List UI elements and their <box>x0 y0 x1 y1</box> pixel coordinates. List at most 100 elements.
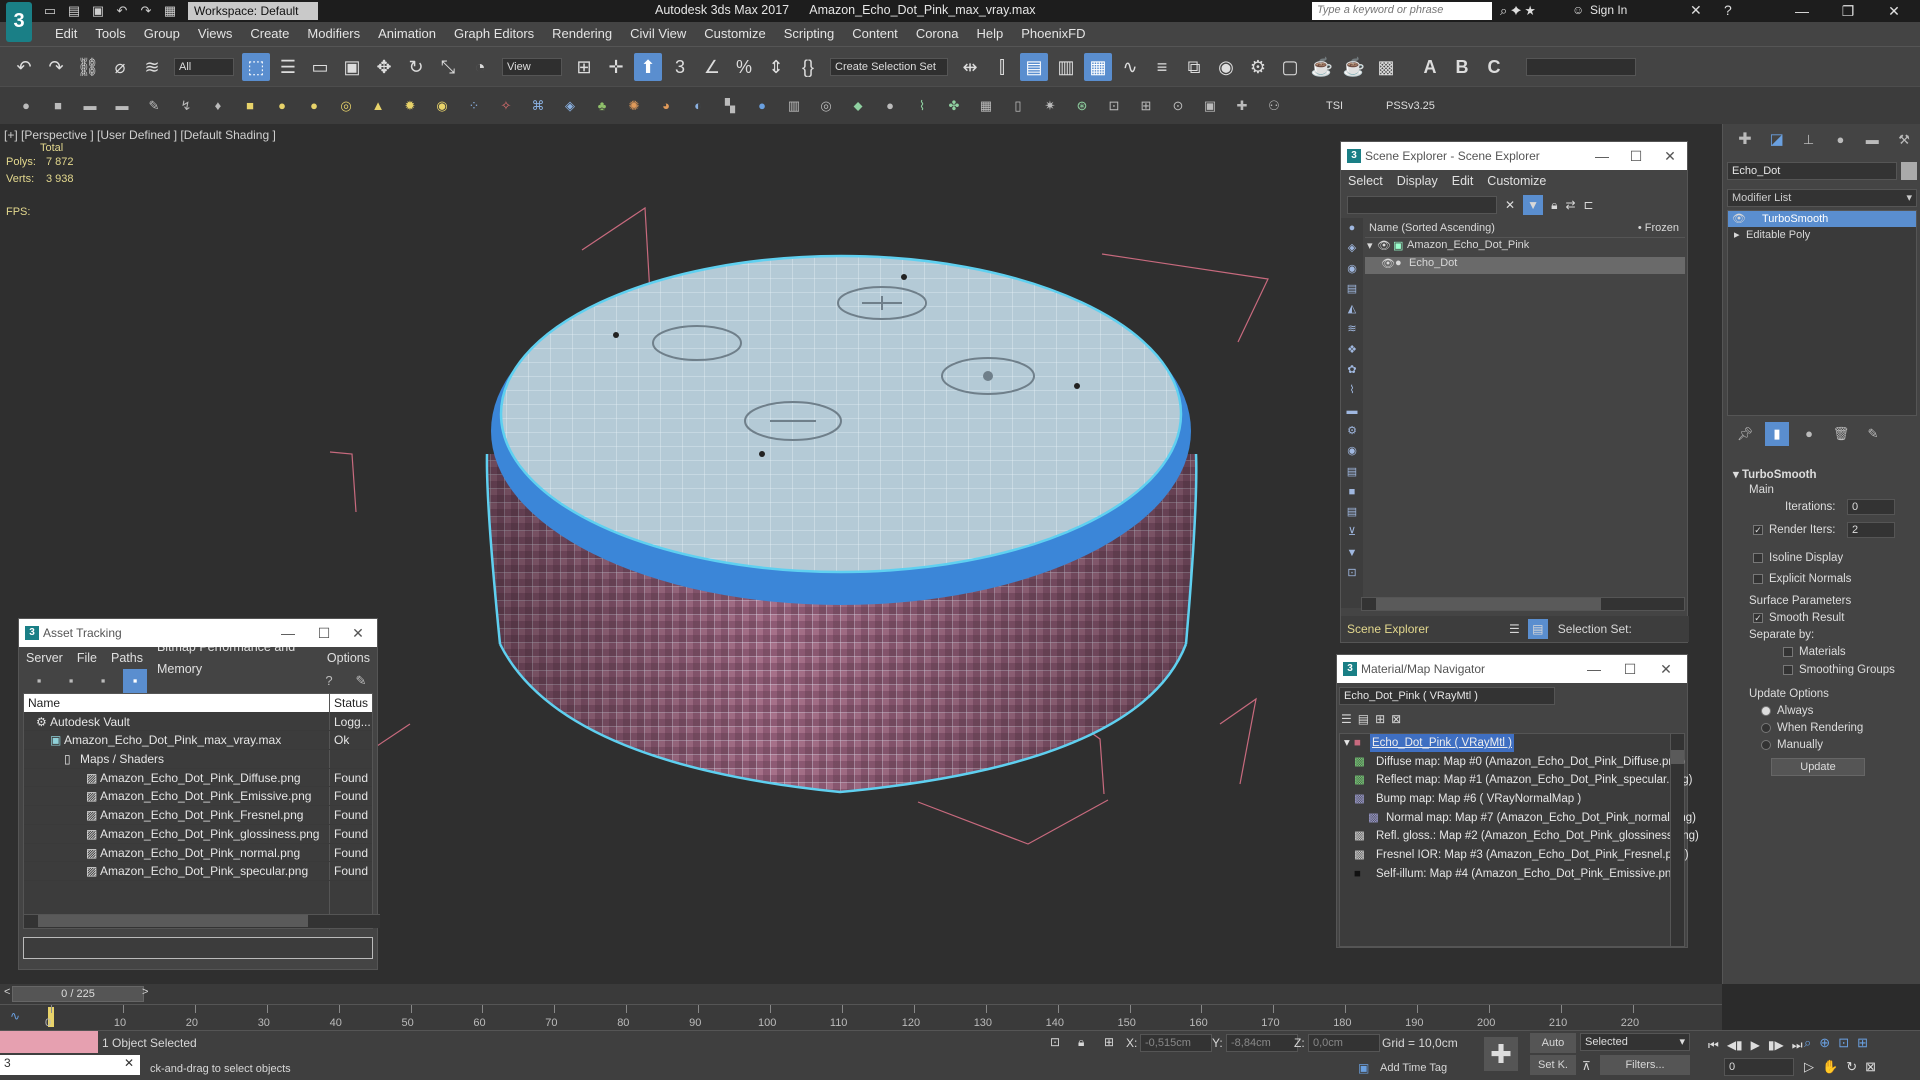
modifier-b-icon[interactable]: ▚ <box>718 94 742 118</box>
menu-views[interactable]: Views <box>189 22 241 46</box>
space-warp-icon[interactable]: ♣ <box>590 94 614 118</box>
track-bar[interactable]: ∿ 0 10 20 30 40 50 60 70 80 90 100 110 120 130 140 150 1… <box>0 1004 1722 1030</box>
maxscript-mini-field[interactable]: 3 ✕ <box>0 1055 140 1075</box>
show-end-result-icon[interactable]: ▮ <box>1765 422 1789 446</box>
close-icon[interactable]: ✕ <box>341 619 375 647</box>
key-filters-icon[interactable]: ⊼ <box>1582 1059 1591 1073</box>
explorer-name-dropdown[interactable]: Scene Explorer <box>1347 622 1497 636</box>
small-icons-icon[interactable]: ⊞ <box>1375 712 1385 726</box>
list-item[interactable]: ▩ Refl. gloss.: Map #2 (Amazon_Echo_Dot_P… <box>1340 827 1699 846</box>
keyboard-shortcut-override-icon[interactable]: ⬆ <box>634 52 662 81</box>
undo-icon[interactable]: ↶ <box>10 53 38 81</box>
list-item[interactable]: ▩ Normal map: Map #7 (Amazon_Echo_Dot_Pin… <box>1340 809 1696 828</box>
iterations-spinner[interactable]: 0 <box>1847 499 1895 515</box>
prev-key-icon[interactable]: ◀▮ <box>1727 1038 1743 1052</box>
vray-m-icon[interactable]: ✚ <box>1230 94 1254 118</box>
modifier-c-icon[interactable]: ● <box>750 94 774 118</box>
maximize-icon[interactable]: ☐ <box>307 619 341 647</box>
list-item[interactable]: ▩ Reflect map: Map #1 (Amazon_Echo_Dot_Pi… <box>1340 771 1692 790</box>
ref-coord-dropdown[interactable]: View <box>502 57 562 76</box>
tool-g-icon[interactable]: ♦ <box>206 94 230 118</box>
render-frame-icon[interactable]: ▩ <box>1372 53 1400 81</box>
tool-d-icon[interactable]: ▬ <box>110 94 134 118</box>
vray-e-icon[interactable]: ▦ <box>974 94 998 118</box>
vray-g-icon[interactable]: ✷ <box>1038 94 1062 118</box>
asset-tracking-titlebar[interactable]: 3 Asset Tracking — ☐ ✕ <box>19 619 377 647</box>
spinner-snap-icon[interactable]: ⇕ <box>762 53 790 81</box>
auto-key-button[interactable]: Auto <box>1530 1033 1576 1053</box>
minimize-button[interactable]: — <box>1780 0 1824 22</box>
eye-icon[interactable]: 👁︎ <box>1381 257 1395 270</box>
close-window-button[interactable]: ✕ <box>1872 0 1916 22</box>
next-key-icon[interactable]: ▮▶ <box>1768 1038 1784 1052</box>
edit-named-selection-icon[interactable]: {} <box>794 53 822 81</box>
menu-animation[interactable]: Animation <box>369 22 445 46</box>
add-time-tag-button[interactable]: Add Time Tag <box>1380 1062 1447 1074</box>
system-icon[interactable]: ✺ <box>622 94 646 118</box>
link-icon[interactable]: ⛓ <box>74 53 102 81</box>
zoom-icon[interactable]: ⌕ <box>1804 1035 1811 1051</box>
time-slider-thumb[interactable]: 0 / 225 <box>12 986 144 1002</box>
maxscript-listener[interactable] <box>0 1031 98 1053</box>
modifier-d-icon[interactable]: ▥ <box>782 94 806 118</box>
expand-icon[interactable]: ▸ <box>1734 227 1740 243</box>
render-iterative-icon[interactable]: ☕ <box>1340 53 1368 81</box>
curve-editor-mini-icon[interactable]: ∿ <box>10 1009 20 1023</box>
play-icon[interactable]: ▶ <box>1751 1038 1760 1052</box>
toolbar-extra-dropdown[interactable] <box>1526 57 1636 76</box>
hierarchy-icon[interactable]: ⇄ <box>1565 198 1575 212</box>
tool-f-icon[interactable]: ↯ <box>174 94 198 118</box>
make-unique-icon[interactable]: ● <box>1797 422 1821 446</box>
sign-in-link[interactable]: Sign In <box>1590 3 1627 17</box>
viewport-label[interactable]: [+] [Perspective ] [User Defined ] [Defa… <box>4 128 276 142</box>
exchange-icon[interactable]: ✕ <box>1690 2 1702 19</box>
list-item[interactable]: ▩ Fresnel IOR: Map #3 (Amazon_Echo_Dot_Pi… <box>1340 846 1689 865</box>
modifier-list-dropdown[interactable]: Modifier List ▾ <box>1727 189 1917 207</box>
rotate-icon[interactable]: ↻ <box>402 53 430 81</box>
eye-icon[interactable]: 👁︎ <box>1732 211 1746 227</box>
material-name-field[interactable]: Echo_Dot_Pink ( VRayMtl ) <box>1339 687 1555 705</box>
rect-selection-icon[interactable]: ▭ <box>306 53 334 81</box>
remove-modifier-icon[interactable]: 🗑︎ <box>1829 422 1853 446</box>
window-crossing-icon[interactable]: ▣ <box>338 53 366 81</box>
orbit-icon[interactable]: ↻ <box>1846 1059 1857 1075</box>
time-tag-icon[interactable]: ▣ <box>1358 1061 1369 1075</box>
box-icon[interactable]: ■ <box>238 94 262 118</box>
search-input[interactable]: Type a keyword or phrase <box>1312 2 1492 20</box>
named-selection-dropdown[interactable]: Create Selection Set <box>830 57 948 76</box>
menu-edit[interactable]: Edit <box>46 22 86 46</box>
se-menu-display[interactable]: Display <box>1390 170 1445 192</box>
vray-a-icon[interactable]: ⬥ <box>846 94 870 118</box>
list-item[interactable]: ■ Self-illum: Map #4 (Amazon_Echo_Dot_Pin… <box>1340 865 1684 884</box>
vray-n-icon[interactable]: ⚇ <box>1262 94 1286 118</box>
current-frame-field[interactable]: 0 <box>1724 1058 1794 1076</box>
list-item[interactable]: ▾ ■ Echo_Dot_Pink ( VRayMtl ) <box>1340 734 1684 753</box>
tool-e-icon[interactable]: ✎ <box>142 94 166 118</box>
text-a-icon[interactable]: A <box>1416 53 1444 81</box>
smoothing-groups-checkbox[interactable]: Smoothing Groups <box>1783 664 1895 676</box>
at-menu-paths[interactable]: Paths <box>104 647 150 669</box>
at-help-icon[interactable]: ? <box>317 669 341 693</box>
angle-snap-icon[interactable]: ∠ <box>698 53 726 81</box>
menu-group[interactable]: Group <box>135 22 189 46</box>
hierarchy-tab-icon[interactable]: ⊥ <box>1797 128 1821 152</box>
minimize-icon[interactable]: — <box>1585 142 1619 170</box>
modify-tab-icon[interactable]: ◪ <box>1765 128 1789 152</box>
x-coord-field[interactable]: -0,515cm <box>1140 1034 1212 1052</box>
redo-quick-icon[interactable]: ↷ <box>137 3 155 19</box>
vray-f-icon[interactable]: ▯ <box>1006 94 1030 118</box>
display-tab-icon[interactable]: ▬ <box>1860 128 1884 152</box>
filter-type-icons[interactable]: ● ◈ ◉ ▤ ◭ ≋ ❖ ✿ ⌇ ▬ ⚙ ◉ ▤ ■ ▤ ⊻ ▼ ⊡ <box>1341 218 1363 583</box>
redo-icon[interactable]: ↷ <box>42 53 70 81</box>
close-icon[interactable]: ✕ <box>1653 142 1687 170</box>
align-icon[interactable]: ⫿ <box>988 53 1016 81</box>
col-status[interactable]: Status <box>334 694 368 712</box>
asset-path-field[interactable] <box>23 937 373 959</box>
menu-content[interactable]: Content <box>843 22 907 46</box>
se-menu-edit[interactable]: Edit <box>1445 170 1481 192</box>
mirror-icon[interactable]: ⇹ <box>956 53 984 81</box>
scrollbar-thumb[interactable] <box>1376 598 1601 610</box>
render-production-icon[interactable]: ☕ <box>1308 53 1336 81</box>
at-tool-c-icon[interactable]: ▪ <box>91 669 115 693</box>
se-menu-customize[interactable]: Customize <box>1480 170 1553 192</box>
